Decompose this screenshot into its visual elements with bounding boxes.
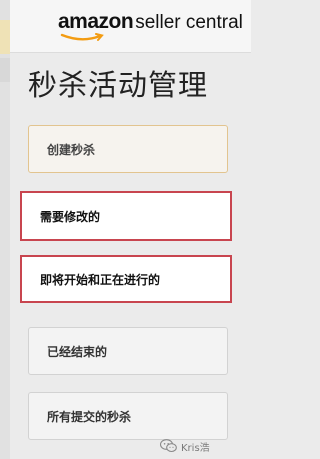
side-panel-marker [0, 20, 10, 54]
menu-item-ended[interactable]: 已经结束的 [28, 327, 228, 375]
wechat-icon [160, 439, 177, 453]
menu-item-label: 即将开始和正在进行的 [40, 272, 161, 287]
menu-item-upcoming-and-active[interactable]: 即将开始和正在进行的 [20, 255, 232, 303]
menu-item-create-deal[interactable]: 创建秒杀 [28, 125, 228, 173]
menu-item-all-submitted[interactable]: 所有提交的秒杀 [28, 392, 228, 440]
menu-item-label: 所有提交的秒杀 [47, 409, 132, 424]
side-panel-marker-secondary [0, 58, 10, 82]
menu-item-needs-attention[interactable]: 需要修改的 [20, 191, 232, 241]
header-bar: amazon seller central [0, 0, 251, 53]
amazon-seller-central-logo[interactable]: amazon seller central [58, 10, 243, 34]
page-title: 秒杀活动管理 [28, 68, 209, 102]
watermark-text: Kris浩 [181, 442, 210, 454]
brand-seller-central: seller central [135, 12, 243, 33]
brand-amazon: amazon [58, 10, 134, 33]
menu-item-label: 创建秒杀 [47, 142, 96, 157]
side-panel-edge [0, 0, 10, 459]
amazon-smile-icon [60, 33, 104, 41]
menu-item-label: 需要修改的 [40, 209, 101, 224]
wechat-watermark: Kris浩 [160, 437, 210, 455]
menu-item-label: 已经结束的 [47, 344, 108, 359]
